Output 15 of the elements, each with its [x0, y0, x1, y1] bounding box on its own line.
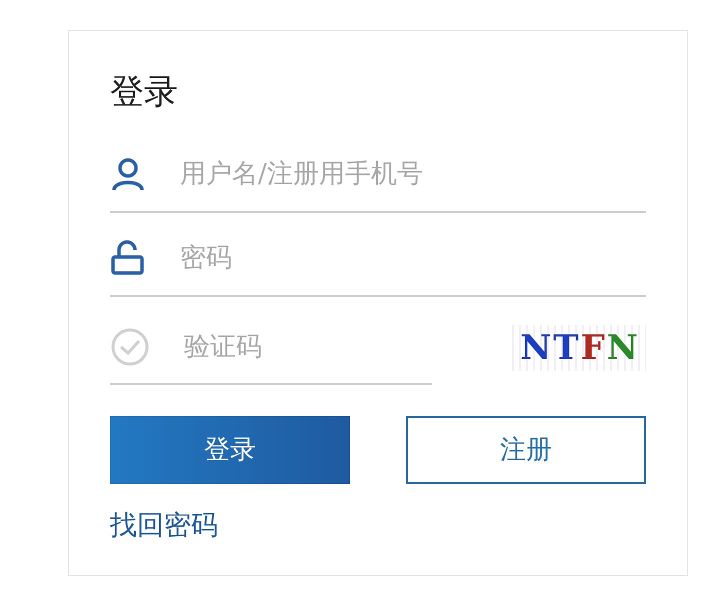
check-circle-icon	[110, 327, 150, 367]
login-title: 登录	[110, 71, 179, 114]
input-field[interactable]: 密码	[180, 238, 646, 278]
user-icon	[110, 156, 146, 192]
captcha-letter: N	[606, 331, 638, 365]
unlocked-padlock-icon	[110, 240, 146, 276]
forgot-password-link[interactable]: 找回密码	[110, 506, 218, 546]
captcha-letter: N	[520, 331, 552, 365]
register-button[interactable]: 注册	[406, 416, 646, 484]
captcha-letter: T	[553, 331, 579, 365]
captcha-letter: F	[580, 331, 605, 365]
input-field[interactable]: 验证码	[184, 328, 432, 366]
input-field[interactable]: 用户名/注册用手机号	[180, 154, 646, 194]
login-button[interactable]: 登录	[110, 416, 350, 484]
captcha-image[interactable]: NTFN	[512, 325, 646, 371]
